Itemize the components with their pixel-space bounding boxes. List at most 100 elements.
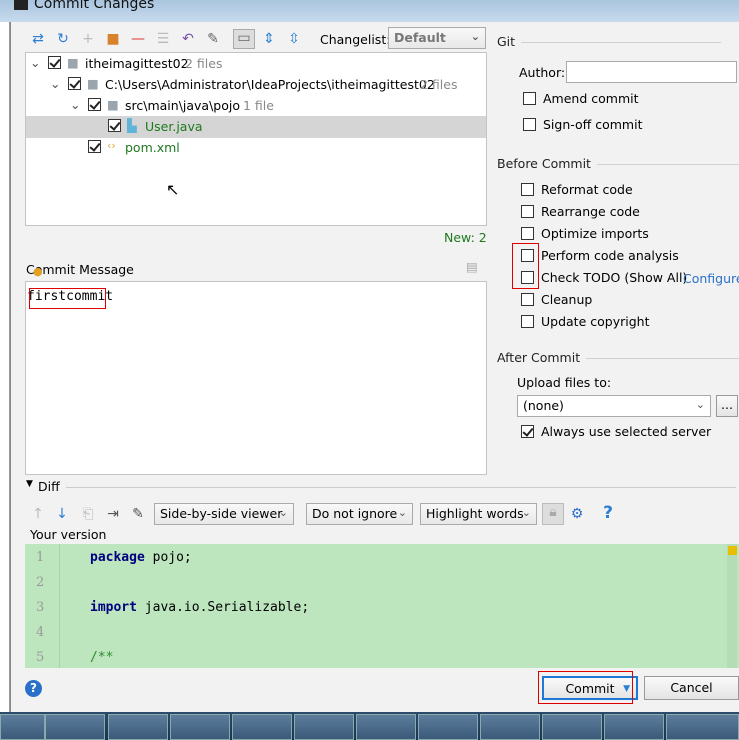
chevron-down-icon[interactable]: ⌄	[50, 76, 60, 91]
jump-to-source-icon[interactable]: ⇥	[105, 506, 121, 522]
highlight-dropdown[interactable]: Highlight words ⌄	[420, 503, 537, 525]
remove-icon[interactable]: —	[130, 31, 146, 47]
git-icon[interactable]	[480, 714, 540, 740]
rearrange-code-checkbox[interactable]	[521, 205, 534, 218]
lock-icon[interactable]: 🔒︎	[542, 503, 564, 525]
recent-messages-icon[interactable]: ▤	[466, 259, 478, 274]
author-label: Author:	[519, 65, 566, 80]
move-icon[interactable]: ■	[105, 31, 121, 47]
reformat-code-checkbox[interactable]	[521, 183, 534, 196]
next-diff-icon[interactable]: ↓	[54, 506, 70, 522]
checkbox[interactable]	[88, 140, 101, 153]
ignore-dropdown[interactable]: Do not ignore ⌄	[306, 503, 413, 525]
lightbulb-icon[interactable]: ●	[33, 265, 43, 278]
scrollbar[interactable]	[727, 544, 737, 668]
refresh-icon[interactable]: ↻	[55, 31, 71, 47]
code-line: package pojo;	[90, 550, 192, 565]
optimize-imports-checkbox[interactable]	[521, 227, 534, 240]
viewer-dropdown[interactable]: Side-by-side viewer ⌄	[154, 503, 294, 525]
author-input[interactable]	[566, 61, 737, 83]
option-label: Perform code analysis	[541, 248, 679, 263]
chevron-down-icon: ⌄	[470, 30, 480, 43]
annotation-box	[29, 288, 106, 309]
line-number: 3	[36, 600, 45, 615]
app-icon[interactable]	[418, 714, 478, 740]
tree-label: pom.xml	[125, 140, 180, 155]
upload-label: Upload files to:	[517, 375, 612, 390]
app-icon[interactable]	[542, 714, 602, 740]
always-use-label: Always use selected server	[541, 424, 712, 439]
xml-file-icon: ‹›	[107, 139, 116, 152]
update-copyright-checkbox[interactable]	[521, 315, 534, 328]
code-text: pojo;	[144, 550, 192, 565]
tree-count: 2 files	[185, 56, 223, 71]
gear-icon[interactable]: ⚙	[569, 506, 585, 522]
changelist-value: Default	[394, 30, 446, 45]
tree-count: 2 files	[420, 77, 458, 92]
upload-value: (none)	[523, 398, 564, 413]
group-icon[interactable]: ☰	[155, 31, 171, 47]
tree-count: 1 file	[243, 98, 274, 113]
checkbox[interactable]	[68, 77, 81, 90]
upload-server-dropdown[interactable]: (none) ⌄	[517, 395, 711, 417]
option-label: Optimize imports	[541, 226, 649, 241]
signoff-commit-checkbox[interactable]	[523, 118, 536, 131]
annotation-box	[538, 671, 633, 704]
help-icon[interactable]: ?	[600, 505, 616, 522]
chevron-down-icon: ⌄	[278, 506, 288, 519]
expand-all-icon[interactable]: ⇕	[261, 31, 277, 47]
previous-file-icon[interactable]: ⎗	[80, 506, 96, 522]
new-count: New: 2	[444, 230, 487, 245]
configure-link[interactable]: Configure	[683, 271, 739, 286]
browse-button[interactable]: ...	[716, 395, 738, 417]
git-icon[interactable]	[666, 714, 739, 740]
chevron-down-icon[interactable]: ⌄	[70, 97, 80, 112]
changelist-label: Changelist:	[320, 32, 391, 47]
taskbar-app-icon[interactable]	[0, 714, 45, 740]
word-icon[interactable]	[232, 714, 292, 740]
chevron-down-icon[interactable]: ⌄	[30, 55, 40, 70]
tree-label: itheimagittest02	[85, 56, 189, 71]
chrome-icon[interactable]	[45, 714, 105, 740]
cancel-button[interactable]: Cancel	[644, 676, 739, 700]
help-button[interactable]: ?	[25, 680, 42, 697]
folder-icon: ■	[87, 76, 99, 91]
changelist-dropdown[interactable]: Default ⌄	[388, 27, 486, 49]
warning-marker	[728, 546, 737, 555]
app-icon[interactable]	[294, 714, 354, 740]
typora-icon[interactable]	[108, 714, 168, 740]
chevron-down-icon: ⌄	[695, 398, 705, 411]
option-label: Rearrange code	[541, 204, 640, 219]
group-by-directory-icon[interactable]: ▭	[233, 29, 255, 49]
tree-label: C:\Users\Administrator\IdeaProjects\ithe…	[105, 77, 435, 92]
checkbox[interactable]	[88, 98, 101, 111]
mouse-cursor-icon: ↖	[166, 180, 180, 199]
show-diff-icon[interactable]: ⇄	[30, 31, 46, 47]
gutter-divider	[59, 544, 60, 668]
cleanup-checkbox[interactable]	[521, 293, 534, 306]
git-section-title: Git	[497, 34, 722, 49]
amend-commit-checkbox[interactable]	[523, 92, 536, 105]
tree-label: src\main\java\pojo	[125, 98, 241, 113]
app-icon[interactable]	[356, 714, 416, 740]
folder-icon[interactable]	[604, 714, 664, 740]
collapse-all-icon[interactable]: ⇳	[286, 31, 302, 47]
edit-icon[interactable]: ✎	[130, 506, 146, 522]
add-icon[interactable]: +	[80, 31, 96, 47]
always-use-server-checkbox[interactable]	[521, 425, 534, 438]
collapse-diff-icon[interactable]: ▼	[26, 479, 33, 489]
previous-diff-icon[interactable]: ↑	[30, 506, 46, 522]
java-file-icon: ▙	[127, 118, 137, 133]
divider	[66, 487, 736, 488]
viewer-value: Side-by-side viewer	[160, 506, 283, 521]
pdf-reader-icon[interactable]	[170, 714, 230, 740]
checkbox[interactable]	[108, 119, 121, 132]
commit-message-input[interactable]: firstcommit	[25, 281, 487, 475]
revert-icon[interactable]: ↶	[180, 31, 196, 47]
checkbox[interactable]	[48, 56, 61, 69]
line-number: 5	[36, 650, 45, 665]
edit-source-icon[interactable]: ✎	[205, 31, 221, 47]
chevron-down-icon: ⌄	[397, 506, 407, 519]
code-text: java.io.Serializable;	[136, 600, 310, 615]
app-icon	[14, 0, 28, 10]
